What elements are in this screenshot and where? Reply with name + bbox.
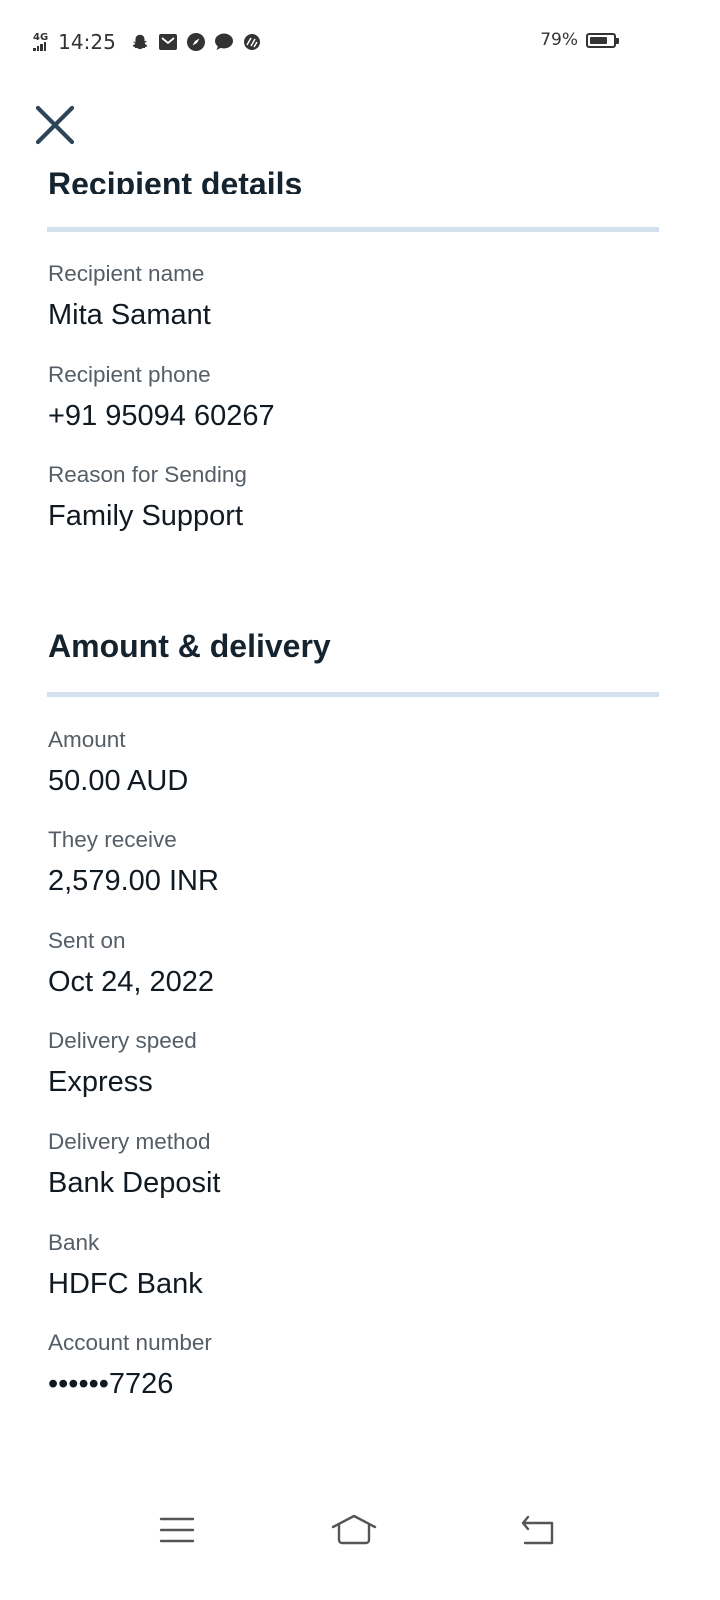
battery-level xyxy=(590,36,608,44)
field-label: Delivery method xyxy=(48,1129,211,1154)
mail-icon xyxy=(158,32,178,52)
recipient-details-title: Recipient details xyxy=(48,166,303,194)
recipient-name-field: Recipient name Mita Samant xyxy=(48,260,211,333)
compass-icon xyxy=(186,32,206,52)
system-nav-bar xyxy=(0,1500,720,1560)
status-bar-right: 79% xyxy=(540,30,619,50)
amount-section-divider xyxy=(47,692,659,697)
menu-icon xyxy=(159,1517,195,1543)
home-icon xyxy=(331,1514,377,1545)
network-indicator: 4G xyxy=(33,33,48,51)
close-button[interactable] xyxy=(34,104,76,146)
field-label: Bank xyxy=(48,1230,100,1255)
field-label: Recipient name xyxy=(48,261,205,286)
field-value: Bank Deposit xyxy=(48,1167,221,1199)
field-label: Reason for Sending xyxy=(48,462,247,487)
battery-percent: 79% xyxy=(540,30,578,50)
network-type: 4G xyxy=(33,32,49,43)
menu-button[interactable] xyxy=(147,1500,207,1560)
snapchat-icon xyxy=(130,32,150,52)
status-time: 14:25 xyxy=(58,30,116,54)
delivery-speed-field: Delivery speed Express xyxy=(48,1027,197,1100)
field-label: Account number xyxy=(48,1330,212,1355)
reason-field: Reason for Sending Family Support xyxy=(48,461,247,534)
field-value: HDFC Bank xyxy=(48,1268,203,1300)
home-button[interactable] xyxy=(324,1500,384,1560)
field-value: Mita Samant xyxy=(48,299,211,331)
recipient-phone-field: Recipient phone +91 95094 60267 xyxy=(48,361,275,434)
they-receive-field: They receive 2,579.00 INR xyxy=(48,826,219,899)
field-label: Sent on xyxy=(48,928,126,953)
field-label: They receive xyxy=(48,827,177,852)
signal-icon xyxy=(33,42,48,51)
status-bar-left: 4G 14:25 xyxy=(33,26,262,58)
field-value: 50.00 AUD xyxy=(48,765,189,797)
field-label: Delivery speed xyxy=(48,1028,197,1053)
close-icon xyxy=(35,105,75,145)
account-number-field: Account number ••••••7726 xyxy=(48,1329,212,1402)
recipient-section-divider xyxy=(47,227,659,232)
back-button[interactable] xyxy=(508,1500,568,1560)
field-label: Recipient phone xyxy=(48,362,211,387)
battery-icon xyxy=(586,32,619,48)
field-value: ••••••7726 xyxy=(48,1368,174,1400)
field-value: Family Support xyxy=(48,500,244,532)
app-icon xyxy=(242,32,262,52)
field-value: 2,579.00 INR xyxy=(48,865,219,897)
sent-on-field: Sent on Oct 24, 2022 xyxy=(48,927,214,1000)
field-label: Amount xyxy=(48,727,126,752)
status-bar: 4G 14:25 79% xyxy=(0,0,720,84)
field-value: +91 95094 60267 xyxy=(48,400,275,432)
amount-field: Amount 50.00 AUD xyxy=(48,726,188,799)
message-icon xyxy=(214,32,234,52)
bank-field: Bank HDFC Bank xyxy=(48,1229,203,1302)
field-value: Oct 24, 2022 xyxy=(48,966,215,998)
amount-delivery-title: Amount & delivery xyxy=(48,628,331,664)
delivery-method-field: Delivery method Bank Deposit xyxy=(48,1128,221,1201)
back-icon xyxy=(521,1515,554,1545)
field-value: Express xyxy=(48,1066,153,1098)
